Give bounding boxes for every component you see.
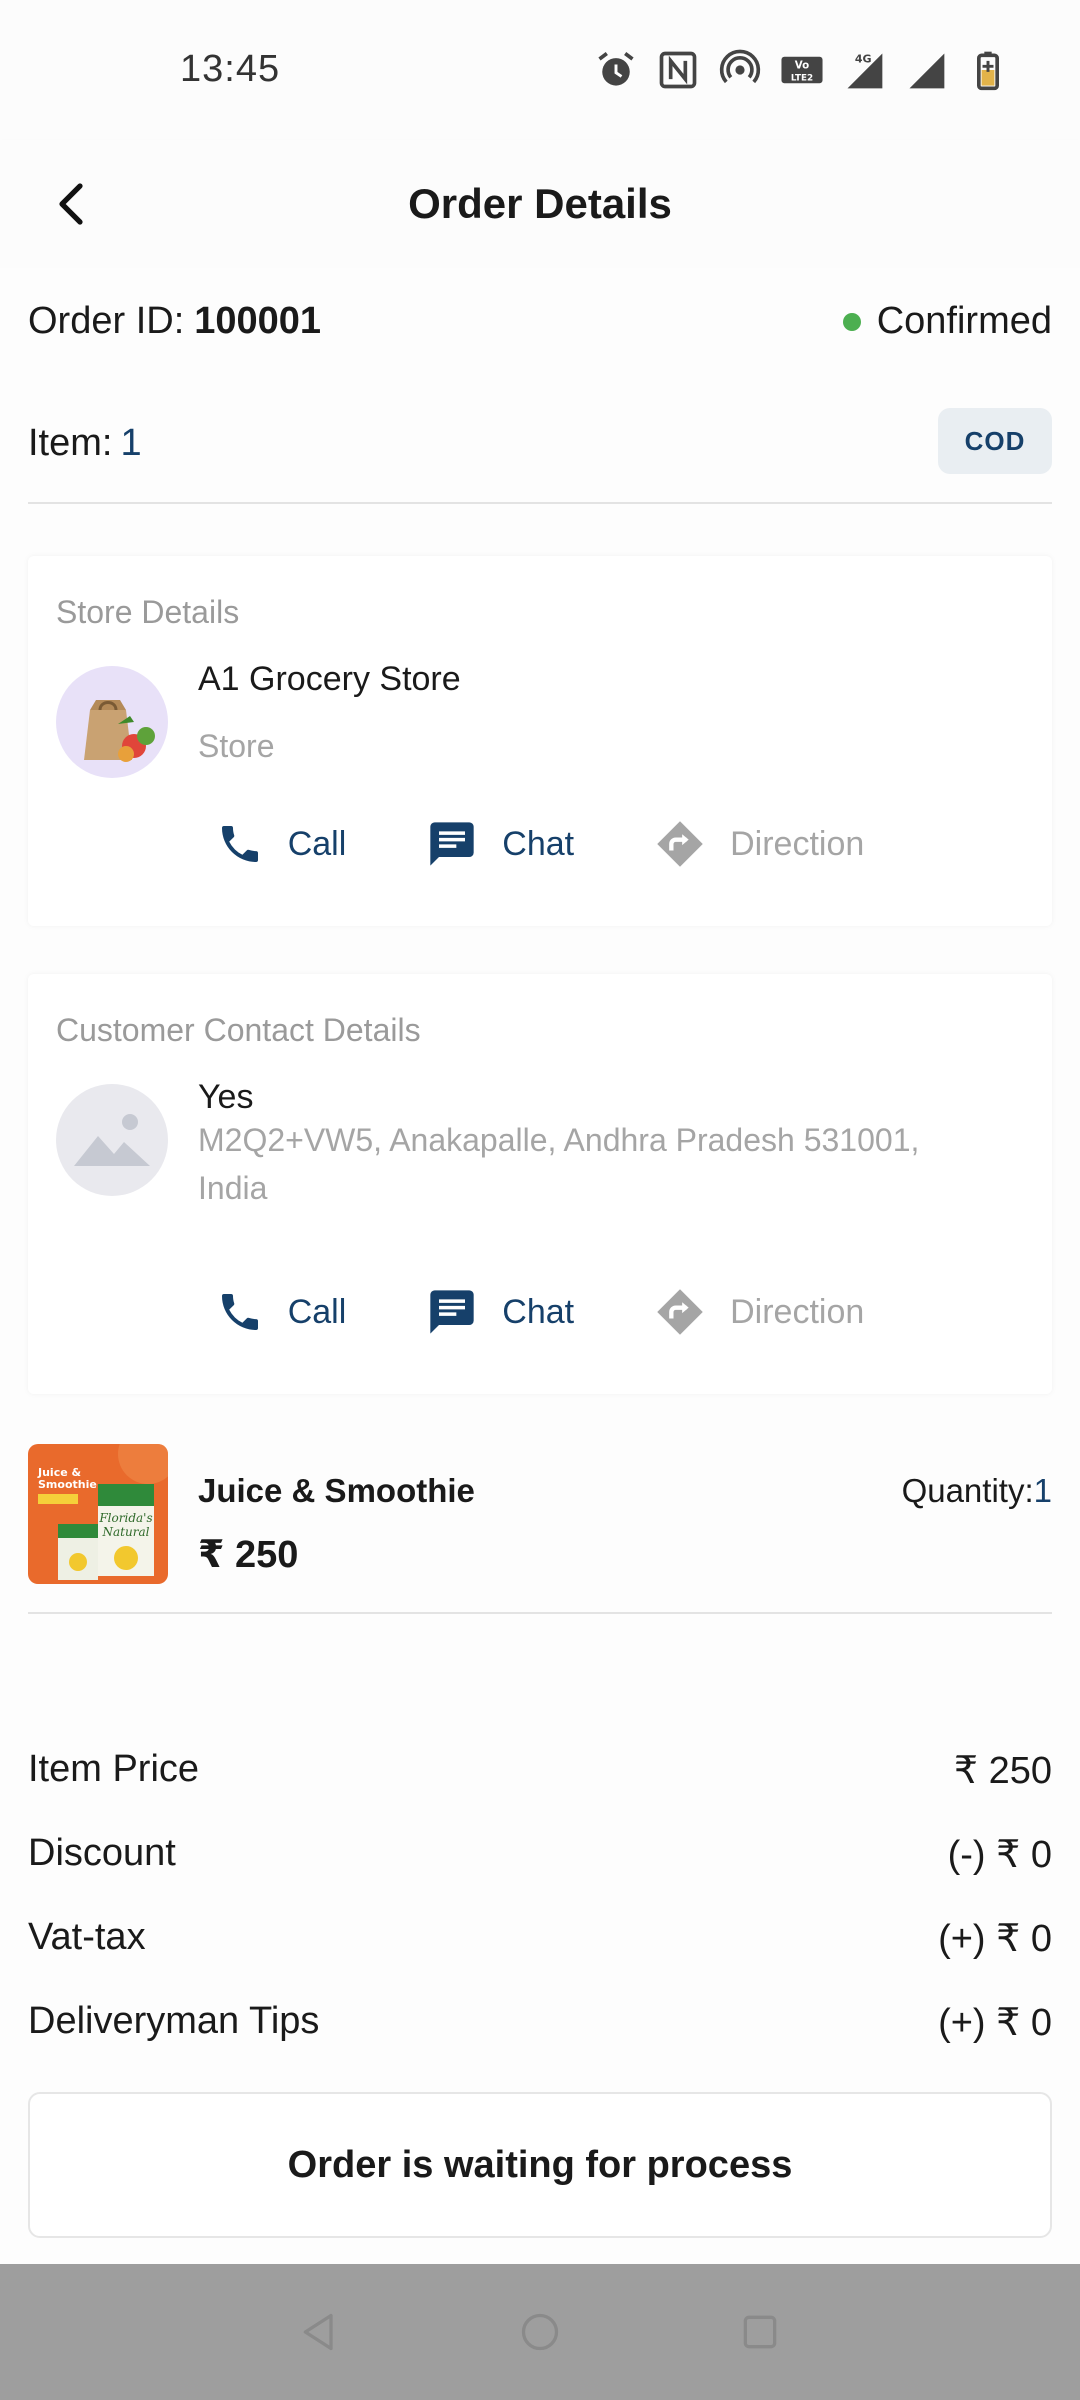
- order-id-value: 100001: [194, 300, 322, 342]
- store-details-card: Store Details A1 Grocery Store Store Cal…: [28, 556, 1052, 926]
- store-actions: Call Chat Direction: [28, 818, 1052, 870]
- summary-value: (+) ₹ 0: [938, 1918, 1052, 1960]
- grocery-bag-icon: [56, 666, 168, 778]
- status-dot-icon: [842, 312, 861, 331]
- summary-row-vat-tax: Vat-tax (+) ₹ 0: [28, 1916, 1052, 1976]
- order-details-content: Order ID: 100001 Confirmed Item: 1 COD Sto…: [0, 268, 1080, 2264]
- summary-label: Item Price: [28, 1748, 200, 1790]
- summary-value: ₹ 250: [953, 1750, 1052, 1792]
- volte-icon: VoLTE2: [781, 56, 823, 83]
- summary-row-deliveryman-tips: Deliveryman Tips (+) ₹ 0: [28, 2000, 1052, 2060]
- hotspot-icon: [719, 49, 761, 84]
- summary-label: Vat-tax: [28, 1916, 146, 1958]
- summary-row-item-price: Item Price ₹ 250: [28, 1748, 1052, 1808]
- battery-charging-icon: [977, 51, 999, 91]
- store-direction-label: Direction: [730, 824, 865, 863]
- nav-back-icon: [303, 2313, 333, 2351]
- status-bar: 13:45 Vo LTE2 4G: [0, 0, 1080, 140]
- svg-text:Vo: Vo: [795, 60, 809, 72]
- order-id-row: Order ID: 100001 Confirmed: [28, 300, 1052, 360]
- nav-recents-icon: [743, 2315, 777, 2349]
- order-status-text: Confirmed: [876, 300, 1052, 342]
- summary-row-discount: Discount (-) ₹ 0: [28, 1832, 1052, 1892]
- image-text-4: Natural: [102, 1525, 150, 1539]
- system-nav-bar: [0, 2264, 1080, 2400]
- customer-avatar: [56, 1084, 168, 1196]
- store-details-heading: Store Details: [56, 594, 240, 630]
- product-quantity: Quantity:1: [902, 1472, 1052, 1510]
- app-bar: Order Details: [0, 140, 1080, 268]
- nav-home-button[interactable]: [510, 2302, 570, 2362]
- page-title: Order Details: [408, 180, 672, 227]
- chat-icon: [430, 1290, 474, 1334]
- divider: [28, 502, 1052, 504]
- customer-address: M2Q2+VW5, Anakapalle, Andhra Pradesh 531…: [198, 1122, 920, 1206]
- back-button[interactable]: [30, 162, 114, 246]
- item-count-label: Item:: [28, 422, 113, 464]
- order-process-message: Order is waiting for process: [287, 2143, 793, 2186]
- juice-product-image: Juice & Smoothie Florida's Natural: [28, 1444, 168, 1584]
- order-process-status: Order is waiting for process: [28, 2092, 1052, 2238]
- customer-actions: Call Chat Direction: [28, 1286, 1052, 1338]
- direction-icon: [657, 821, 703, 867]
- divider: [28, 1612, 1052, 1614]
- customer-call-label: Call: [287, 1292, 347, 1331]
- store-chat-label: Chat: [502, 824, 575, 863]
- quantity-value: 1: [1033, 1472, 1052, 1509]
- customer-name: Yes: [198, 1078, 254, 1116]
- phone-icon: [221, 826, 258, 862]
- summary-label: Discount: [28, 1832, 176, 1874]
- svg-text:4G: 4G: [855, 53, 872, 66]
- store-name: A1 Grocery Store: [198, 660, 461, 698]
- order-status: Confirmed: [842, 300, 1052, 343]
- order-id-label: Order ID:: [28, 300, 185, 342]
- store-call-button[interactable]: Call: [216, 818, 347, 870]
- alarm-icon: [598, 52, 634, 86]
- svg-text:LTE2: LTE2: [791, 73, 813, 83]
- nav-back-button[interactable]: [290, 2302, 350, 2362]
- product-price: ₹ 250: [198, 1534, 299, 1576]
- phone-icon: [221, 1294, 258, 1330]
- customer-details-heading: Customer Contact Details: [56, 1012, 421, 1048]
- customer-chat-label: Chat: [502, 1292, 575, 1331]
- summary-value: (+) ₹ 0: [938, 2002, 1052, 2044]
- store-chat-button[interactable]: Chat: [426, 818, 574, 870]
- image-text-3: Florida's: [98, 1511, 152, 1525]
- quantity-label: Quantity:: [901, 1472, 1034, 1509]
- item-row: Item: 1 COD: [28, 408, 1052, 478]
- item-count-value: 1: [120, 422, 142, 464]
- signal-icon: [909, 53, 945, 89]
- back-arrow-icon: [59, 183, 83, 225]
- image-placeholder-icon: [56, 1084, 168, 1196]
- customer-direction-button[interactable]: Direction: [654, 1286, 864, 1338]
- payment-method-badge: COD: [938, 408, 1052, 474]
- customer-call-button[interactable]: Call: [216, 1286, 347, 1338]
- customer-direction-label: Direction: [730, 1292, 865, 1331]
- store-direction-button[interactable]: Direction: [654, 818, 864, 870]
- customer-chat-button[interactable]: Chat: [426, 1286, 574, 1338]
- customer-details-card: Customer Contact Details Yes M2Q2+VW5, A…: [28, 974, 1052, 1394]
- product-name: Juice & Smoothie: [198, 1472, 475, 1509]
- image-text-2: Smoothie: [38, 1478, 97, 1491]
- store-type: Store: [198, 728, 275, 764]
- nav-home-icon: [521, 2313, 559, 2351]
- chat-icon: [430, 822, 474, 866]
- status-time: 13:45: [180, 48, 281, 90]
- nfc-icon: [659, 51, 697, 89]
- order-item-row: Juice & Smoothie Florida's Natural Juice…: [28, 1444, 1052, 1594]
- store-avatar: [56, 666, 168, 778]
- product-image: Juice & Smoothie Florida's Natural: [28, 1444, 168, 1584]
- summary-label: Deliveryman Tips: [28, 2000, 320, 2042]
- nav-recents-button[interactable]: [730, 2302, 790, 2362]
- status-icons: Vo LTE2 4G: [594, 48, 1010, 92]
- summary-value: (-) ₹ 0: [947, 1834, 1052, 1876]
- direction-icon: [657, 1289, 703, 1335]
- signal-4g-icon: 4G: [847, 53, 883, 89]
- store-call-label: Call: [287, 824, 347, 863]
